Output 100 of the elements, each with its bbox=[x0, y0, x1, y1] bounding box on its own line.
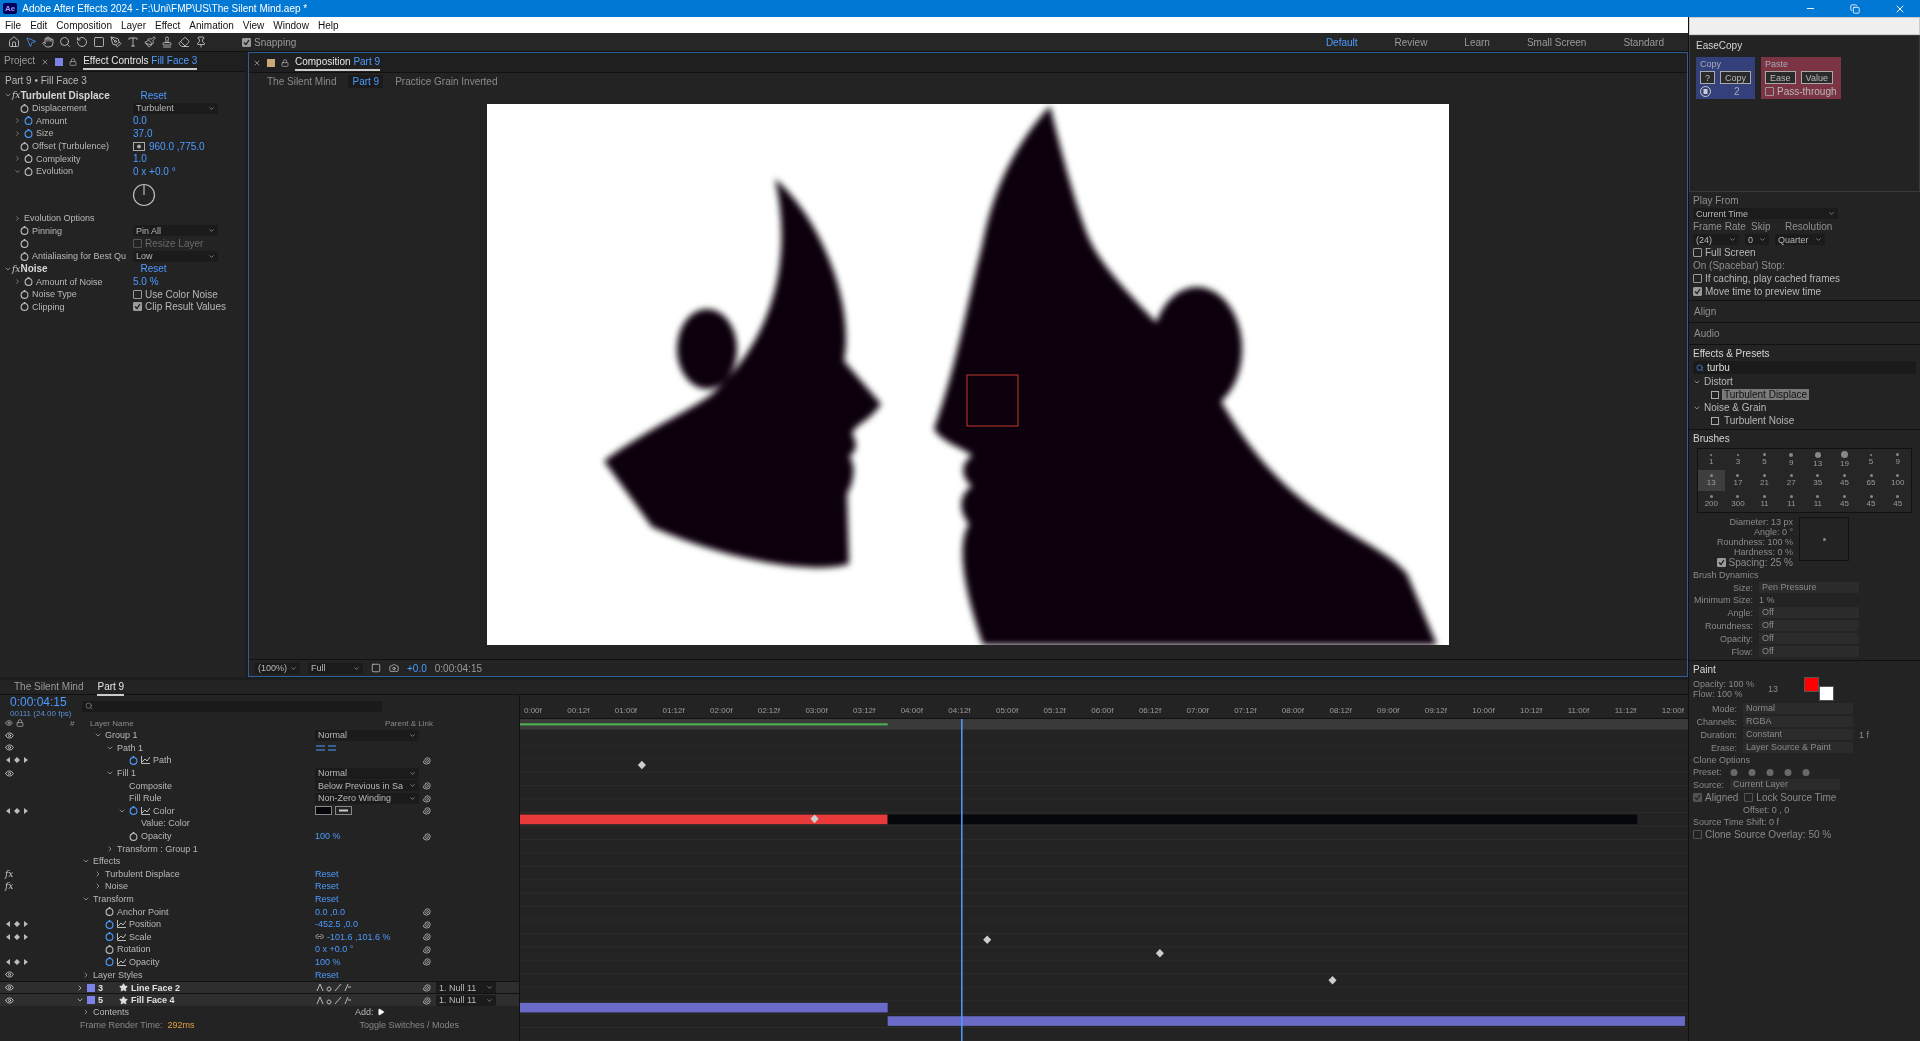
property-value[interactable]: -452.5 ,0.0 bbox=[315, 919, 359, 930]
lock-source-time-checkbox[interactable]: Lock Source Time bbox=[1744, 792, 1837, 803]
stopwatch-icon[interactable] bbox=[20, 239, 29, 249]
property-name[interactable]: Layer Styles bbox=[93, 969, 143, 980]
param-value[interactable]: 960.0 ,775.0 bbox=[149, 140, 205, 152]
property-value[interactable]: 100 % bbox=[315, 831, 341, 842]
paint-dropdown[interactable]: RGBA bbox=[1743, 716, 1853, 727]
pass-through-checkbox[interactable]: Pass-through bbox=[1765, 86, 1837, 97]
brush-tip[interactable]: 100 bbox=[1884, 470, 1911, 491]
exposure-value[interactable]: +0.0 bbox=[407, 662, 427, 674]
keyframe-navigator-icon[interactable] bbox=[5, 756, 29, 765]
stopwatch-icon[interactable] bbox=[20, 289, 29, 299]
checkbox[interactable] bbox=[1693, 248, 1702, 257]
property-name[interactable]: Path 1 bbox=[117, 742, 144, 753]
stopwatch-icon[interactable] bbox=[105, 944, 114, 954]
visibility-eye-icon[interactable] bbox=[5, 730, 14, 740]
effect-title[interactable]: Turbulent Displace bbox=[20, 89, 141, 101]
resolution-dropdown[interactable]: Full bbox=[308, 662, 363, 674]
project-tab[interactable]: Project bbox=[4, 53, 36, 70]
current-timecode[interactable]: 0:00:04:15 bbox=[10, 694, 72, 709]
collapse-chevron-icon[interactable] bbox=[82, 895, 90, 903]
color-swatch[interactable] bbox=[315, 806, 332, 816]
reset-link[interactable]: Reset bbox=[315, 894, 339, 904]
brush-icon[interactable] bbox=[144, 36, 156, 48]
dynamics-dropdown[interactable]: Off bbox=[1759, 633, 1859, 644]
brush-tip[interactable]: 45 bbox=[1831, 491, 1858, 512]
brush-tip[interactable]: 45 bbox=[1831, 470, 1858, 491]
stopwatch-icon[interactable] bbox=[24, 166, 33, 176]
stopwatch-icon[interactable] bbox=[105, 932, 114, 942]
expand-chevron-icon[interactable] bbox=[106, 844, 114, 853]
lock-icon[interactable] bbox=[69, 57, 78, 66]
color-swatch[interactable] bbox=[1804, 677, 1820, 692]
reset-link[interactable]: Reset bbox=[315, 969, 339, 980]
workspace-tab[interactable]: Learn bbox=[1464, 36, 1490, 48]
viewer-timecode[interactable]: 0:00:04:15 bbox=[434, 662, 482, 674]
property-name[interactable]: Color bbox=[153, 805, 175, 816]
category-label[interactable]: Noise & Grain bbox=[1704, 402, 1767, 413]
visibility-eye-icon[interactable] bbox=[5, 768, 14, 778]
expand-chevron-icon[interactable] bbox=[94, 869, 102, 878]
snapping-checkbox[interactable]: Snapping bbox=[242, 36, 297, 48]
graph-icon[interactable] bbox=[117, 920, 126, 929]
trash-icon[interactable] bbox=[1700, 86, 1711, 97]
property-name[interactable]: Anchor Point bbox=[117, 906, 169, 917]
expand-chevron-icon[interactable] bbox=[82, 970, 90, 979]
copy-button[interactable]: Copy bbox=[1720, 71, 1752, 84]
resolution-dropdown[interactable]: Quarter bbox=[1775, 234, 1825, 245]
brush-tip[interactable]: 9 bbox=[1884, 449, 1911, 470]
collapsed-panel-title[interactable]: Align bbox=[1689, 301, 1920, 323]
property-name[interactable]: Opacity bbox=[141, 831, 172, 842]
color-swatch[interactable] bbox=[1819, 686, 1835, 701]
menu-item[interactable]: Help bbox=[317, 19, 339, 31]
dynamics-dropdown[interactable]: Off bbox=[1759, 620, 1859, 631]
hand-icon[interactable] bbox=[42, 36, 54, 48]
stopwatch-icon[interactable] bbox=[20, 251, 29, 261]
brush-tip[interactable]: 17 bbox=[1724, 470, 1752, 491]
keyframe-navigator-icon[interactable] bbox=[5, 932, 29, 941]
property-name[interactable]: Rotation bbox=[117, 944, 151, 955]
constrain-link-icon[interactable] bbox=[315, 932, 324, 942]
frame-rate-dropdown[interactable]: (24) bbox=[1693, 234, 1739, 245]
pick-whip-icon[interactable] bbox=[423, 907, 432, 917]
menu-item[interactable]: Window bbox=[273, 19, 309, 31]
brush-tip[interactable]: 200 bbox=[1698, 491, 1725, 512]
checkbox[interactable] bbox=[1693, 274, 1702, 283]
menu-item[interactable]: Effect bbox=[154, 19, 181, 31]
brush-tip[interactable]: 35 bbox=[1804, 470, 1832, 491]
paint-dropdown[interactable]: Constant bbox=[1743, 729, 1853, 740]
brush-tip[interactable]: 21 bbox=[1751, 470, 1778, 491]
property-name[interactable]: Composite bbox=[129, 780, 173, 791]
brush-tip[interactable]: 45 bbox=[1857, 491, 1885, 512]
search-icon[interactable] bbox=[59, 36, 71, 48]
paint-dropdown[interactable]: Normal bbox=[1743, 703, 1853, 714]
brush-tip[interactable]: 27 bbox=[1777, 470, 1805, 491]
stopwatch-icon[interactable] bbox=[24, 154, 33, 164]
skip-dropdown[interactable]: 0 bbox=[1745, 234, 1769, 245]
pin-icon[interactable] bbox=[195, 36, 207, 48]
graph-icon[interactable] bbox=[141, 806, 150, 815]
workspace-tab[interactable]: Small Screen bbox=[1526, 36, 1587, 48]
breadcrumb[interactable]: Part 9 bbox=[348, 74, 384, 88]
effect-controls-tab[interactable]: Effect Controls Fill Face 3 bbox=[83, 53, 198, 70]
pen-icon[interactable] bbox=[110, 36, 122, 48]
param-value[interactable]: 5.0 % bbox=[133, 276, 159, 288]
visibility-eye-icon[interactable] bbox=[5, 995, 14, 1005]
stopwatch-icon[interactable] bbox=[20, 302, 29, 312]
param-value[interactable]: 1.0 bbox=[133, 153, 147, 165]
rotate-icon[interactable] bbox=[76, 36, 88, 48]
blend-dropdown[interactable]: Non-Zero Winding bbox=[315, 792, 419, 804]
stopwatch-icon[interactable] bbox=[129, 831, 138, 841]
checkbox[interactable] bbox=[1765, 87, 1775, 96]
reset-link[interactable]: Reset bbox=[140, 263, 167, 275]
selection-arrow-icon[interactable] bbox=[25, 36, 37, 48]
property-value[interactable]: -101.6 ,101.6 % bbox=[327, 931, 391, 942]
preset-list-item[interactable]: Turbulent Displace bbox=[1722, 389, 1809, 400]
help-button[interactable]: ? bbox=[1700, 71, 1715, 84]
property-name[interactable]: Transform bbox=[93, 894, 134, 904]
checkbox[interactable] bbox=[242, 37, 251, 47]
home-icon[interactable] bbox=[8, 36, 20, 48]
graph-icon[interactable] bbox=[117, 932, 126, 941]
dynamics-dropdown[interactable]: Pen Pressure bbox=[1759, 582, 1859, 593]
stopwatch-icon[interactable] bbox=[20, 226, 29, 236]
blend-dropdown[interactable]: Below Previous in Sa bbox=[315, 780, 419, 792]
